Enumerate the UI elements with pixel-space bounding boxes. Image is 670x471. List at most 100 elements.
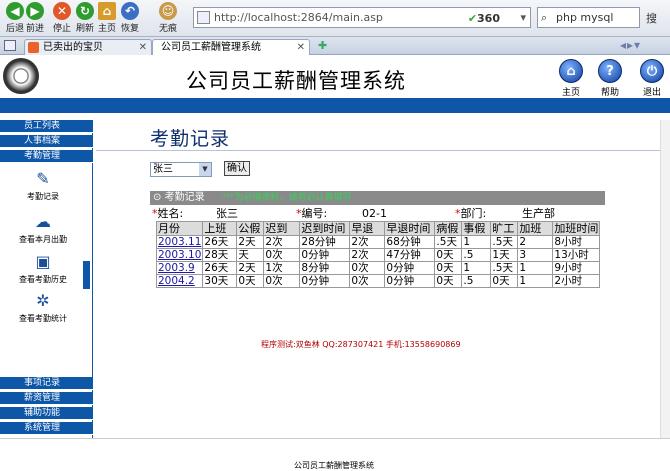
dept-field: *部门:	[455, 207, 487, 220]
table-row: 2003.9 26天 2天 1次 8分钟 0次 0分钟 0天 1 .5天 1 9…	[155, 261, 601, 275]
month-link[interactable]: 2004.2	[158, 275, 195, 287]
table-cell: 26天	[202, 235, 238, 249]
new-tab-icon[interactable]: ✚	[318, 39, 327, 52]
sidebar-attendance-stats[interactable]: ✲ 查看考勤统计	[10, 292, 76, 324]
home-nav-button[interactable]: ⌂ 主页	[556, 59, 586, 98]
id-field: *编号:	[296, 207, 328, 220]
column-header: 月份	[155, 221, 204, 236]
column-header: 迟到时间	[299, 221, 351, 236]
header-divider-bar	[0, 98, 670, 113]
table-row: 2003.11 26天 2天 2次 28分钟 2次 68分钟 .5天 1 .5天…	[155, 235, 601, 249]
tab-sold-items[interactable]: 已卖出的宝贝 ✕	[24, 39, 152, 55]
restore-button[interactable]: ↶ 恢复	[115, 2, 145, 34]
sidebar-item-attendance[interactable]: 考勤管理	[0, 150, 93, 163]
sidebar-attendance-record[interactable]: ✎ 考勤记录	[10, 170, 76, 202]
tab-salary-system[interactable]: 公司员工薪酬管理系统 ✕	[152, 39, 310, 55]
table-cell: 47分钟	[384, 248, 436, 262]
search-box[interactable]: ⌕ php mysql	[537, 7, 640, 28]
table-cell: 1	[461, 261, 492, 275]
table-cell: 13小时	[552, 248, 601, 262]
forward-button[interactable]: ▶ 前进	[20, 2, 50, 34]
address-dropdown-icon[interactable]: ▾	[520, 8, 526, 27]
logout-button[interactable]: ⏻ 退出	[637, 59, 667, 98]
address-bar[interactable]: http://localhost:2864/main.asp ✔360 ▾	[193, 7, 531, 28]
table-cell: 68分钟	[384, 235, 436, 249]
home-icon: ⌂	[559, 59, 583, 83]
column-header: 事假	[461, 221, 492, 236]
tab-nav-icons[interactable]: ◂▸▾	[620, 38, 641, 52]
column-header: 加班	[517, 221, 554, 236]
table-cell: .5	[461, 248, 492, 262]
incognito-icon: ☺	[159, 2, 177, 20]
required-hint: "*"为必填资料，请务必认真填写	[221, 193, 352, 203]
name-field: *姓名:	[152, 207, 184, 220]
name-value: 张三	[216, 207, 238, 220]
help-icon: ?	[598, 59, 622, 83]
sidebar-item-employee-list[interactable]: 员工列表	[0, 120, 93, 133]
column-header: 迟到	[263, 221, 301, 236]
table-row: 2004.2 30天 0天 0次 0分钟 0次 0分钟 0天 .5 0天 1 2…	[155, 274, 601, 288]
table-cell: 28分钟	[299, 235, 351, 249]
record-title: 考勤记录	[164, 192, 205, 203]
table-cell: 0分钟	[384, 261, 436, 275]
attendance-table: 月份 上班 公假 迟到 迟到时间 早退 早退时间 病假 事假 旷工 加班 加班时…	[155, 221, 601, 288]
employee-select[interactable]: 张三 ▼	[150, 162, 212, 177]
month-link[interactable]: 2003.11	[158, 236, 201, 248]
browser-toolbar: ◀ 后退 ▶ 前进 ✕ 停止 ↻ 刷新 ⌂ 主页 ↶ 恢复 ☺ 无痕 http:…	[0, 0, 670, 37]
tab-bar: 已卖出的宝贝 ✕ 公司员工薪酬管理系统 ✕ ✚ ◂▸▾	[0, 37, 670, 55]
close-tab-icon[interactable]: ✕	[139, 40, 147, 55]
page-title: 考勤记录	[150, 128, 231, 150]
app-header: 公司员工薪酬管理系统 ⌂ 主页 ? 帮助 ⏻ 退出	[0, 55, 670, 98]
column-header: 加班时间	[552, 221, 601, 236]
column-header: 早退	[349, 221, 386, 236]
confirm-button[interactable]: 确认	[224, 161, 250, 176]
table-cell: 0次	[349, 274, 386, 288]
table-cell: 1	[517, 274, 554, 288]
table-cell: 8小时	[552, 235, 601, 249]
tabs-menu-icon[interactable]	[4, 40, 16, 51]
id-value: 02-1	[362, 207, 387, 220]
month-link[interactable]: 2003.9	[158, 262, 195, 274]
table-cell: .5	[461, 274, 492, 288]
sidebar-item-aux[interactable]: 辅助功能	[0, 407, 93, 420]
sidebar-item-matters[interactable]: 事项记录	[0, 377, 93, 390]
table-cell: 3	[517, 248, 554, 262]
column-header: 早退时间	[384, 221, 436, 236]
table-header-row: 月份 上班 公假 迟到 迟到时间 早退 早退时间 病假 事假 旷工 加班 加班时…	[155, 221, 601, 236]
incognito-button[interactable]: ☺ 无痕	[153, 2, 183, 34]
record-bullet-icon: ⊙	[153, 192, 162, 203]
table-cell: 28天	[202, 248, 238, 262]
table-cell: 0天	[236, 274, 265, 288]
forward-arrow-icon: ▶	[26, 2, 44, 20]
table-cell: .5天	[490, 235, 519, 249]
table-cell: 0次	[263, 274, 301, 288]
table-cell: 1天	[490, 248, 519, 262]
power-icon: ⏻	[640, 59, 664, 83]
help-button[interactable]: ? 帮助	[595, 59, 625, 98]
table-cell: 0天	[434, 274, 463, 288]
table-cell: 0分钟	[299, 274, 351, 288]
undo-icon: ↶	[121, 2, 139, 20]
sidebar-item-salary[interactable]: 薪资管理	[0, 392, 93, 405]
table-cell: 1次	[263, 261, 301, 275]
month-link[interactable]: 2003.10	[158, 249, 201, 261]
security-badge[interactable]: ✔360	[468, 9, 500, 28]
search-go-icon[interactable]: 搜	[646, 10, 657, 26]
table-cell: 30天	[202, 274, 238, 288]
column-header: 上班	[202, 221, 238, 236]
close-tab-icon[interactable]: ✕	[297, 40, 305, 55]
search-value: php mysql	[556, 11, 614, 24]
app-title: 公司员工薪酬管理系统	[186, 69, 406, 93]
table-cell: 0分钟	[384, 274, 436, 288]
sidebar-item-system[interactable]: 系统管理	[0, 422, 93, 435]
sidebar-attendance-history[interactable]: ▣ 查看考勤历史	[10, 253, 76, 285]
table-cell: 0天	[434, 248, 463, 262]
sidebar-item-personnel-files[interactable]: 人事档案	[0, 135, 93, 148]
table-cell: 2	[517, 235, 554, 249]
sidebar-collapse-handle[interactable]	[82, 260, 91, 290]
taobao-icon	[28, 42, 39, 53]
table-cell: .5天	[490, 261, 519, 275]
sidebar-month-attendance[interactable]: ☁ 查看本月出勤	[10, 213, 76, 245]
table-cell: 2次	[349, 235, 386, 249]
vertical-scrollbar[interactable]	[660, 120, 670, 438]
